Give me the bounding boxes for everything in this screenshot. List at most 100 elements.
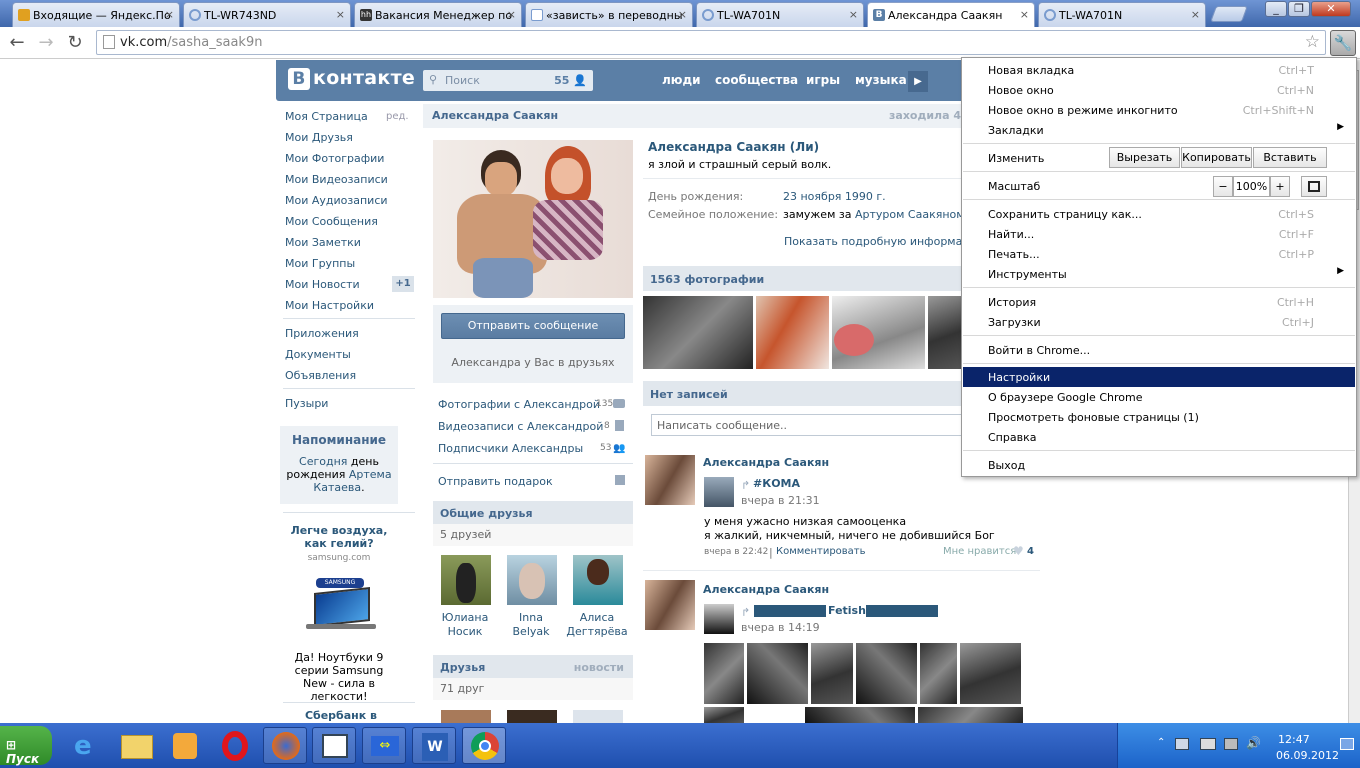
close-window-button[interactable]: ✕ bbox=[1311, 1, 1351, 17]
like-link[interactable]: Мне нравится bbox=[943, 546, 1016, 557]
menu-my-videos[interactable]: Мои Видеозаписи bbox=[285, 173, 388, 186]
comment-link[interactable]: Комментировать bbox=[776, 546, 866, 557]
text-editor-icon[interactable] bbox=[312, 727, 356, 764]
photo-thumb[interactable] bbox=[643, 296, 753, 369]
tab-tl-wr743nd[interactable]: TL-WR743ND × bbox=[183, 2, 351, 27]
post-author-avatar[interactable] bbox=[645, 580, 695, 630]
menu-print[interactable]: Печать... bbox=[988, 248, 1040, 261]
tab-yandex-mail[interactable]: Входящие — Яндекс.По × bbox=[12, 2, 180, 27]
menu-downloads[interactable]: Загрузки bbox=[988, 316, 1041, 329]
vk-search-input[interactable]: ⚲ Поиск 55 👤 bbox=[423, 70, 593, 91]
show-details-link[interactable]: Показать подробную информацию bbox=[784, 235, 986, 248]
reload-icon[interactable]: ↻ bbox=[64, 32, 86, 54]
menu-my-settings[interactable]: Мои Настройки bbox=[285, 299, 374, 312]
post-author[interactable]: Александра Саакян bbox=[703, 456, 829, 469]
friend-name[interactable]: Inna Belyak bbox=[499, 611, 563, 639]
show-desktop-icon[interactable] bbox=[1340, 738, 1354, 750]
laptop-image[interactable]: SAMSUNG bbox=[306, 578, 376, 632]
menu-tools[interactable]: Инструменты bbox=[988, 268, 1067, 281]
maximize-button[interactable]: ❐ bbox=[1288, 1, 1310, 17]
menu-documents[interactable]: Документы bbox=[285, 348, 351, 361]
ad2-title[interactable]: Сбербанк в вашем bbox=[284, 709, 398, 723]
word-icon[interactable]: W bbox=[412, 727, 456, 764]
menu-find[interactable]: Найти... bbox=[988, 228, 1034, 241]
close-icon[interactable]: × bbox=[165, 8, 174, 21]
ie-icon[interactable]: e bbox=[66, 727, 110, 764]
menu-settings[interactable]: Настройки bbox=[988, 371, 1050, 384]
menu-my-messages[interactable]: Мои Сообщения bbox=[285, 215, 378, 228]
post-author-avatar[interactable] bbox=[645, 455, 695, 505]
firefox-icon[interactable] bbox=[263, 727, 307, 764]
friend-avatar[interactable] bbox=[507, 710, 557, 723]
nav-people[interactable]: люди bbox=[662, 73, 701, 87]
post-image[interactable] bbox=[811, 643, 853, 704]
repost-avatar[interactable] bbox=[704, 477, 734, 507]
ad-text[interactable]: Да! Ноутбуки 9 серии Samsung New - сила … bbox=[282, 651, 396, 703]
menu-sign-in[interactable]: Войти в Chrome... bbox=[988, 344, 1090, 357]
birthday-value[interactable]: 23 ноября 1990 г. bbox=[783, 190, 886, 203]
folder-icon[interactable] bbox=[115, 727, 159, 764]
repost-source[interactable]: Fetish bbox=[828, 604, 866, 617]
tab-vk-profile[interactable]: B Александра Саакян × bbox=[867, 2, 1035, 28]
network-icon[interactable] bbox=[1175, 738, 1189, 750]
volume-icon[interactable]: 🔊 bbox=[1246, 736, 1261, 750]
zoom-in-button[interactable]: + bbox=[1270, 176, 1290, 197]
close-icon[interactable]: × bbox=[849, 8, 858, 21]
menu-about-chrome[interactable]: О браузере Google Chrome bbox=[988, 391, 1142, 404]
friend-avatar[interactable] bbox=[573, 555, 623, 605]
start-button[interactable]: ⊞ Пуск bbox=[0, 726, 52, 766]
menu-my-friends[interactable]: Мои Друзья bbox=[285, 131, 353, 144]
menu-incognito[interactable]: Новое окно в режиме инкогнито bbox=[988, 104, 1178, 117]
menu-help[interactable]: Справка bbox=[988, 431, 1036, 444]
menu-my-notes[interactable]: Мои Заметки bbox=[285, 236, 361, 249]
profile-status[interactable]: я злой и страшный серый волк. bbox=[648, 158, 831, 171]
back-arrow-icon[interactable]: ← bbox=[6, 32, 28, 54]
remote-desktop-icon[interactable]: ⇔ bbox=[362, 727, 406, 764]
send-message-button[interactable]: Отправить сообщение bbox=[441, 313, 625, 339]
menu-my-page[interactable]: Моя Страница bbox=[285, 110, 368, 123]
media-player-icon[interactable] bbox=[163, 727, 207, 764]
post-image[interactable] bbox=[920, 643, 957, 704]
repost-time[interactable]: вчера в 21:31 bbox=[741, 494, 820, 507]
paste-button[interactable]: Вставить bbox=[1253, 147, 1327, 168]
friend-avatar[interactable] bbox=[573, 710, 623, 723]
menu-apps[interactable]: Приложения bbox=[285, 327, 359, 340]
tab-tl-wa701n-2[interactable]: TL-WA701N × bbox=[1038, 2, 1206, 27]
vk-logo[interactable]: Вконтакте bbox=[288, 67, 415, 90]
wall-post-input[interactable]: Написать сообщение.. bbox=[651, 414, 963, 436]
star-icon[interactable]: ☆ bbox=[1305, 32, 1320, 52]
close-icon[interactable]: × bbox=[1020, 8, 1029, 21]
forward-arrow-icon[interactable]: → bbox=[35, 32, 57, 54]
friends-header[interactable]: Друзья новости bbox=[433, 655, 633, 678]
chrome-icon[interactable] bbox=[462, 727, 506, 764]
nav-music[interactable]: музыка bbox=[855, 73, 907, 87]
zoom-out-button[interactable]: − bbox=[1213, 176, 1233, 197]
menu-new-tab[interactable]: Новая вкладка bbox=[988, 64, 1074, 77]
post-image[interactable] bbox=[856, 643, 917, 704]
repost-avatar[interactable] bbox=[704, 604, 734, 634]
post-image[interactable] bbox=[747, 643, 808, 704]
videos-with-link[interactable]: Видеозаписи с Александрой bbox=[438, 420, 603, 433]
fullscreen-button[interactable] bbox=[1301, 176, 1327, 197]
close-icon[interactable]: × bbox=[507, 8, 516, 21]
post-image[interactable] bbox=[805, 707, 915, 723]
heart-icon[interactable]: ♥ bbox=[1013, 544, 1024, 558]
repost-source[interactable]: #КОМА bbox=[753, 477, 800, 490]
friend-name[interactable]: Юлиана Носик bbox=[433, 611, 497, 639]
post-image[interactable] bbox=[704, 643, 744, 704]
friend-avatar[interactable] bbox=[441, 710, 491, 723]
menu-my-photos[interactable]: Мои Фотографии bbox=[285, 152, 384, 165]
clock-time[interactable]: 12:47 bbox=[1278, 733, 1310, 746]
new-tab-button[interactable] bbox=[1210, 6, 1248, 22]
menu-my-groups[interactable]: Мои Группы bbox=[285, 257, 355, 270]
post-author[interactable]: Александра Саакян bbox=[703, 583, 829, 596]
tray-expand-icon[interactable]: ⌃ bbox=[1157, 737, 1165, 748]
menu-ads[interactable]: Объявления bbox=[285, 369, 356, 382]
ad-title[interactable]: Легче воздуха, как гелий? bbox=[284, 524, 394, 550]
subscribers-link[interactable]: Подписчики Александры bbox=[438, 442, 583, 455]
menu-my-audio[interactable]: Мои Аудиозаписи bbox=[285, 194, 388, 207]
nav-games[interactable]: игры bbox=[806, 73, 840, 87]
menu-background-pages[interactable]: Просмотреть фоновые страницы (1) bbox=[988, 411, 1199, 424]
menu-my-news[interactable]: Мои Новости bbox=[285, 278, 360, 291]
menu-bookmarks[interactable]: Закладки bbox=[988, 124, 1044, 137]
